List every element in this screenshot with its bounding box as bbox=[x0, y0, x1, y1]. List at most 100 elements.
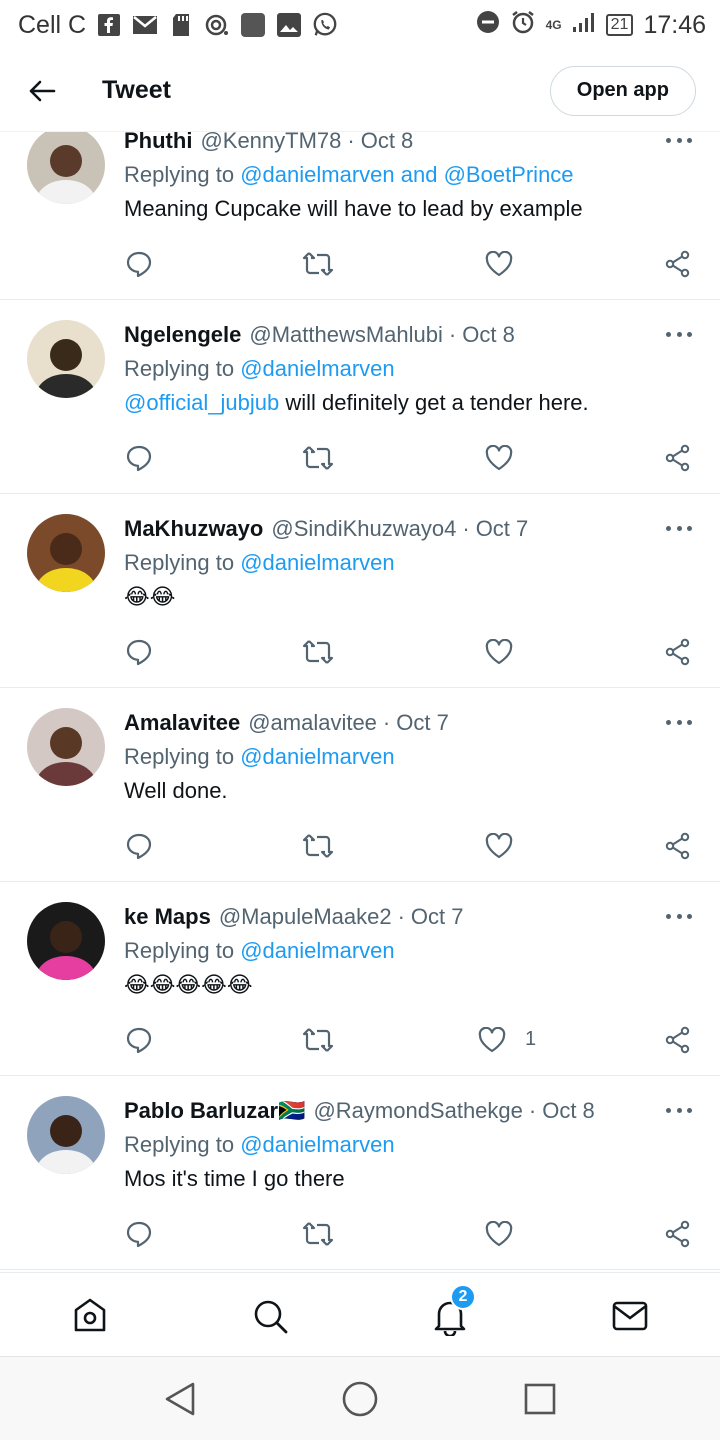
back-button[interactable] bbox=[14, 63, 70, 119]
more-options-button[interactable] bbox=[666, 518, 692, 538]
user-handle[interactable]: @amalavitee bbox=[248, 710, 377, 736]
like-button[interactable] bbox=[470, 1018, 514, 1062]
avatar[interactable] bbox=[27, 132, 105, 204]
reply-button[interactable] bbox=[117, 630, 161, 674]
retweet-button[interactable] bbox=[296, 1212, 340, 1256]
separator-dot: · bbox=[397, 904, 405, 929]
tweet-text-content: Mos it's time I go there bbox=[124, 1166, 345, 1191]
heart-icon bbox=[485, 1221, 513, 1247]
avatar[interactable] bbox=[27, 320, 105, 398]
retweet-button[interactable] bbox=[296, 630, 340, 674]
nav-messages[interactable] bbox=[609, 1295, 651, 1337]
replying-to-line: Replying to @danielmarven bbox=[124, 744, 395, 770]
display-name[interactable]: Pablo Barluzar🇿🇦 bbox=[124, 1098, 305, 1124]
carrier-label: Cell C bbox=[18, 10, 87, 39]
share-button[interactable] bbox=[656, 436, 700, 480]
tweet-date[interactable]: Oct 8 bbox=[542, 1098, 595, 1124]
more-options-button[interactable] bbox=[666, 906, 692, 926]
like-button[interactable] bbox=[477, 824, 521, 868]
display-name[interactable]: Ngelengele bbox=[124, 322, 241, 348]
like-button[interactable] bbox=[477, 630, 521, 674]
display-name[interactable]: MaKhuzwayo bbox=[124, 516, 263, 542]
network-type: 4G bbox=[545, 18, 562, 32]
reply-feed[interactable]: Phuthi @KennyTM78 · Oct 8 Replying to @d… bbox=[0, 132, 720, 1272]
replying-to-line: Replying to @danielmarven and @BoetPrinc… bbox=[124, 162, 574, 188]
avatar[interactable] bbox=[27, 708, 105, 786]
display-name[interactable]: ke Maps bbox=[124, 904, 211, 930]
tweet-date[interactable]: Oct 7 bbox=[411, 904, 464, 930]
tweet-reply[interactable]: Pablo Barluzar🇿🇦 @RaymondSathekge · Oct … bbox=[0, 1076, 720, 1270]
tweet-actions bbox=[0, 630, 720, 674]
tweet-date[interactable]: Oct 8 bbox=[462, 322, 515, 348]
retweet-button[interactable] bbox=[296, 1018, 340, 1062]
dot bbox=[687, 1107, 692, 1113]
display-name[interactable]: Phuthi bbox=[124, 132, 192, 154]
tweet-date[interactable]: Oct 7 bbox=[476, 516, 529, 542]
share-button[interactable] bbox=[656, 630, 700, 674]
retweet-button[interactable] bbox=[296, 824, 340, 868]
text-mention-link[interactable]: @official_jubjub bbox=[124, 390, 279, 415]
reply-mention-link[interactable]: @danielmarven bbox=[240, 938, 394, 963]
more-options-button[interactable] bbox=[666, 712, 692, 732]
avatar[interactable] bbox=[27, 1096, 105, 1174]
tweet-header: MaKhuzwayo @SindiKhuzwayo4 · Oct 7 bbox=[124, 516, 528, 542]
reply-mention-link[interactable]: @danielmarven bbox=[240, 1132, 394, 1157]
tweet-reply[interactable]: ke Maps @MapuleMaake2 · Oct 7 Replying t… bbox=[0, 882, 720, 1076]
reply-button[interactable] bbox=[117, 1018, 161, 1062]
open-app-button[interactable]: Open app bbox=[549, 65, 696, 116]
like-button[interactable] bbox=[477, 242, 521, 286]
user-handle[interactable]: @MatthewsMahlubi bbox=[249, 322, 443, 348]
system-back-button[interactable] bbox=[158, 1377, 202, 1421]
avatar[interactable] bbox=[27, 514, 105, 592]
reply-button[interactable] bbox=[117, 436, 161, 480]
tweet-reply[interactable]: Ngelengele @MatthewsMahlubi · Oct 8 Repl… bbox=[0, 300, 720, 494]
tweet-actions bbox=[0, 242, 720, 286]
dot bbox=[666, 331, 671, 337]
share-button[interactable] bbox=[656, 824, 700, 868]
more-options-button[interactable] bbox=[666, 1100, 692, 1120]
reply-button[interactable] bbox=[117, 242, 161, 286]
reply-mention-link[interactable]: @danielmarven bbox=[240, 356, 394, 381]
more-options-button[interactable] bbox=[666, 132, 692, 150]
square-recents-icon bbox=[524, 1383, 556, 1415]
share-button[interactable] bbox=[656, 1018, 700, 1062]
share-icon bbox=[665, 1026, 690, 1054]
dnd-icon bbox=[476, 10, 500, 41]
nav-home[interactable] bbox=[69, 1295, 111, 1337]
user-handle[interactable]: @SindiKhuzwayo4 bbox=[271, 516, 456, 542]
reply-mention-link[interactable]: @danielmarven bbox=[240, 744, 394, 769]
tweet-reply[interactable]: Phuthi @KennyTM78 · Oct 8 Replying to @d… bbox=[0, 132, 720, 300]
reply-mention-link[interactable]: @danielmarven bbox=[240, 550, 394, 575]
tweet-date[interactable]: Oct 7 bbox=[396, 710, 449, 736]
nav-search[interactable] bbox=[249, 1295, 291, 1337]
retweet-button[interactable] bbox=[296, 436, 340, 480]
more-options-button[interactable] bbox=[666, 324, 692, 344]
like-button[interactable] bbox=[477, 436, 521, 480]
tweet-date[interactable]: Oct 8 bbox=[361, 132, 414, 154]
user-handle[interactable]: @RaymondSathekge bbox=[313, 1098, 522, 1124]
tweet-header: Pablo Barluzar🇿🇦 @RaymondSathekge · Oct … bbox=[124, 1098, 595, 1124]
tweet-header: Phuthi @KennyTM78 · Oct 8 bbox=[124, 132, 413, 154]
system-navigation-bar bbox=[0, 1356, 720, 1440]
reply-button[interactable] bbox=[117, 1212, 161, 1256]
like-button[interactable] bbox=[477, 1212, 521, 1256]
tweet-reply[interactable]: MaKhuzwayo @SindiKhuzwayo4 · Oct 7 Reply… bbox=[0, 494, 720, 688]
facebook-icon bbox=[96, 13, 122, 37]
arrow-left-icon bbox=[29, 80, 56, 101]
tweet-reply[interactable]: Amalavitee @amalavitee · Oct 7 Replying … bbox=[0, 688, 720, 882]
share-button[interactable] bbox=[656, 1212, 700, 1256]
reply-mention-link[interactable]: @danielmarven bbox=[240, 162, 394, 187]
system-home-button[interactable] bbox=[338, 1377, 382, 1421]
reply-mention-link[interactable]: @BoetPrince bbox=[444, 162, 574, 187]
share-button[interactable] bbox=[656, 242, 700, 286]
display-name[interactable]: Amalavitee bbox=[124, 710, 240, 736]
share-icon bbox=[665, 638, 690, 666]
user-handle[interactable]: @KennyTM78 bbox=[200, 132, 341, 154]
reply-button[interactable] bbox=[117, 824, 161, 868]
retweet-button[interactable] bbox=[296, 242, 340, 286]
avatar[interactable] bbox=[27, 902, 105, 980]
heart-icon bbox=[485, 445, 513, 471]
user-handle[interactable]: @MapuleMaake2 bbox=[219, 904, 392, 930]
tweet-actions: 1 bbox=[0, 1018, 720, 1062]
system-recents-button[interactable] bbox=[518, 1377, 562, 1421]
